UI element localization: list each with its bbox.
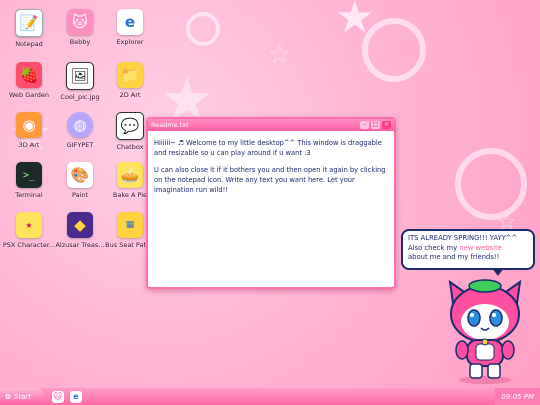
desktop-icon-label: Terminal <box>15 191 43 199</box>
start-flag-icon: ✿ <box>5 392 11 401</box>
bubble-line: Also check my new website <box>408 244 528 254</box>
chat-icon: 💬 <box>116 112 144 140</box>
taskbar-cat-icon[interactable]: 🐱 <box>52 390 64 403</box>
desktop-icon-label: Paint <box>71 191 89 199</box>
desktop-icon-label: 3D Art <box>18 141 40 149</box>
game-icon: ★ <box>16 212 42 238</box>
bubble-text: Also check my <box>408 243 460 252</box>
desktop-icon-label: Alzusar Treas... <box>55 241 105 249</box>
desktop-icon-alzusar-treasure[interactable]: ◆ Alzusar Treas... <box>52 212 108 249</box>
window-title: Readme.txt <box>151 121 189 129</box>
desktop-icon-psx-character[interactable]: ★ PSX Character... <box>1 212 57 249</box>
blender-icon: ◉ <box>16 112 42 138</box>
maximize-button[interactable]: □ <box>371 121 380 129</box>
terminal-icon: >_ <box>16 162 42 188</box>
palette-icon: 🎨 <box>67 162 93 188</box>
close-button[interactable]: × <box>382 121 391 129</box>
wallpaper-star: ★ <box>335 0 375 43</box>
internet-explorer-icon: e <box>117 9 143 35</box>
folder-icon: 📁 <box>117 62 143 88</box>
window-controls: – □ × <box>360 121 391 129</box>
tamagotchi-icon: ◍ <box>67 112 93 138</box>
start-button[interactable]: ✿ Start <box>0 388 44 405</box>
window-titlebar[interactable]: Readme.txt – □ × <box>148 119 394 131</box>
bus-seat-icon: ▦ <box>117 212 143 238</box>
desktop-icon-label: Cool_pic.jpg <box>60 93 100 101</box>
desktop-icon-terminal[interactable]: >_ Terminal <box>1 162 57 199</box>
readme-window[interactable]: Readme.txt – □ × Hiiiiii~ ♬ Welcome to m… <box>146 117 396 289</box>
desktop-icon-label: 2D Art <box>119 91 141 99</box>
cat-mascot[interactable] <box>440 272 530 384</box>
wallpaper-star: ☆ <box>268 40 292 70</box>
desktop-icon-paint[interactable]: 🎨 Paint <box>52 162 108 199</box>
readme-paragraph: U can also close it if it bothers you an… <box>154 166 386 194</box>
desktop-icon-notepad[interactable]: 📝 Notepad <box>1 9 57 48</box>
desktop-icon-label: GIFYPET <box>66 141 94 149</box>
taskbar-clock: 09:05 PM <box>495 388 540 405</box>
website-link[interactable]: new website <box>459 244 502 252</box>
pixel-game-icon: ◆ <box>67 212 93 238</box>
bubble-line: about me and my friends!! <box>408 253 500 262</box>
desktop-icon-label: Explorer <box>116 38 144 46</box>
taskbar: ✿ Start 🐱 e 09:05 PM <box>0 388 540 405</box>
minimize-button[interactable]: – <box>360 121 369 129</box>
cat-icon: 🐱 <box>67 9 93 35</box>
desktop-icon-explorer[interactable]: e Explorer <box>102 9 158 46</box>
desktop-icon-label: PSX Character... <box>2 241 56 249</box>
wallpaper-ring <box>186 12 220 46</box>
desktop-icon-label: Bebby <box>69 38 91 46</box>
taskbar-explorer-icon[interactable]: e <box>70 390 82 403</box>
desktop-icon-web-garden[interactable]: 🍓 Web Garden <box>1 62 57 99</box>
desktop-icon-bebby[interactable]: 🐱 Bebby <box>52 9 108 46</box>
strawberry-icon: 🍓 <box>16 62 42 88</box>
desktop-icon-gifypet[interactable]: ◍ GIFYPET <box>52 112 108 149</box>
desktop-icon-label: Web Garden <box>8 91 50 99</box>
desktop-icon-label: Notepad <box>15 40 43 48</box>
notepad-icon: 📝 <box>15 9 43 37</box>
bubble-line: ITS ALREADY SPRING!!! YAYY^^ <box>408 234 518 242</box>
desktop-icon-cool-pic[interactable]: 🖼 Cool_pic.jpg <box>52 62 108 101</box>
readme-paragraph: Hiiiiii~ ♬ Welcome to my little desktop^… <box>154 139 382 157</box>
speech-bubble: ITS ALREADY SPRING!!! YAYY^^ Also check … <box>401 229 535 270</box>
start-label: Start <box>13 392 31 401</box>
window-text-area[interactable]: Hiiiiii~ ♬ Welcome to my little desktop^… <box>148 131 394 212</box>
desktop-icon-3d-art[interactable]: ◉ 3D Art <box>1 112 57 149</box>
pie-icon: 🥧 <box>117 162 143 188</box>
image-icon: 🖼 <box>66 62 94 90</box>
desktop-icon-2d-art[interactable]: 📁 2D Art <box>102 62 158 99</box>
